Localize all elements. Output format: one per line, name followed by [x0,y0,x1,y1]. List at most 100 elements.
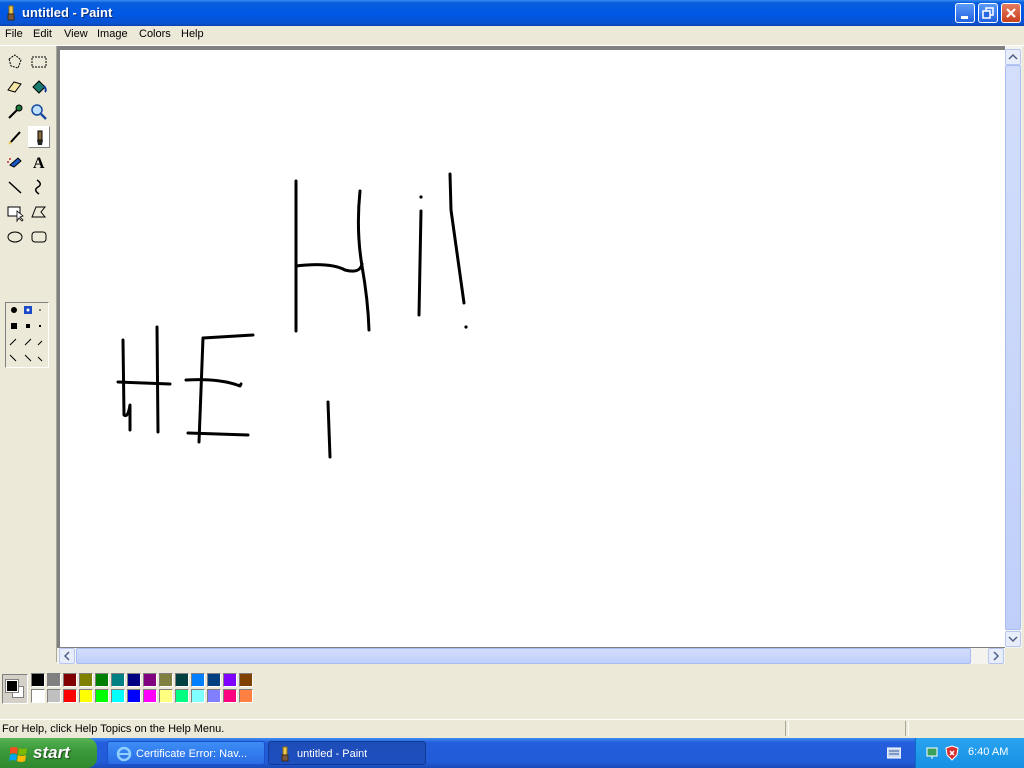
start-label: start [33,743,70,762]
palette-color-swatch[interactable] [47,689,61,703]
palette-color-swatch[interactable] [239,689,253,703]
menu-edit[interactable]: Edit [33,28,52,40]
status-divider [785,721,789,736]
status-message: For Help, click Help Topics on the Help … [2,723,225,735]
task-label: Certificate Error: Nav... [136,748,248,760]
eraser-tool[interactable] [4,76,26,98]
keyboard-language-icon[interactable] [887,747,901,759]
menu-view[interactable]: View [64,28,88,40]
title-bar[interactable]: untitled - Paint [0,0,1024,26]
ellipse-tool[interactable] [4,226,26,248]
brush-shape-options [9,306,43,362]
menu-colors[interactable]: Colors [139,28,171,40]
palette-color-swatch[interactable] [175,673,189,687]
eyedropper-icon [8,104,23,119]
palette-color-swatch[interactable] [143,689,157,703]
scroll-up-button[interactable] [1005,49,1021,65]
rounded-rectangle-tool[interactable] [28,226,50,248]
system-tray: 6:40 AM [915,738,1024,768]
palette-color-swatch[interactable] [223,689,237,703]
window-title: untitled - Paint [22,5,113,20]
palette-color-swatch[interactable] [79,689,93,703]
curve-icon [35,179,41,195]
paint-app-icon [281,746,289,762]
pencil-tool[interactable] [4,126,26,148]
clock[interactable]: 6:40 AM [968,746,1008,758]
palette-color-swatch[interactable] [111,689,125,703]
palette-color-swatch[interactable] [223,673,237,687]
palette-color-swatch[interactable] [79,673,93,687]
stroke-he-h-left [121,338,132,432]
drawing-canvas[interactable] [60,50,1005,647]
palette-color-swatch[interactable] [95,673,109,687]
rounded-rectangle-icon [31,231,47,243]
vertical-scrollbar[interactable] [1005,46,1022,648]
rectangle-tool[interactable] [4,201,26,223]
stroke-h-right [356,189,371,332]
palette-color-swatch[interactable] [159,689,173,703]
close-button[interactable] [1001,3,1021,23]
brush-tool[interactable] [28,126,50,148]
palette-color-swatch[interactable] [47,673,61,687]
security-shield-icon[interactable] [944,745,960,761]
horizontal-scrollbar[interactable] [57,648,1005,664]
scroll-right-button[interactable] [988,648,1004,664]
palette-color-swatch[interactable] [207,689,221,703]
vertical-scroll-thumb[interactable] [1005,65,1021,630]
palette-color-swatch[interactable] [31,689,45,703]
palette-color-swatch[interactable] [239,673,253,687]
scroll-down-button[interactable] [1005,631,1021,647]
brush-icon [37,130,43,145]
maximize-button[interactable] [978,3,998,23]
taskbar-item-paint[interactable]: untitled - Paint [268,741,426,765]
svg-text:A: A [33,155,45,172]
text-icon: A [33,155,45,172]
brush-options[interactable] [5,302,49,368]
menu-image[interactable]: Image [97,28,128,40]
start-button[interactable]: start [0,738,97,768]
palette-color-swatch[interactable] [127,689,141,703]
curve-tool[interactable] [28,176,50,198]
taskbar-item-certificate-error[interactable]: Certificate Error: Nav... [107,741,265,765]
stroke-i [417,209,423,317]
palette-color-swatch[interactable] [159,673,173,687]
scroll-left-button[interactable] [59,648,75,664]
free-form-select-tool[interactable] [4,51,26,73]
select-tool[interactable] [28,51,50,73]
freehand-drawing [116,172,468,459]
palette-color-swatch[interactable] [175,689,189,703]
network-icon[interactable] [926,745,942,761]
polygon-tool[interactable] [28,201,50,223]
text-tool[interactable]: A [28,151,50,173]
scrollbar-corner [1005,648,1022,664]
magnifier-tool[interactable] [28,101,50,123]
airbrush-icon [7,157,22,168]
stroke-h-bar [294,262,364,273]
palette-color-swatch[interactable] [111,673,125,687]
arrow-right-icon [993,651,1000,661]
palette-color-swatch[interactable] [207,673,221,687]
palette-color-swatch[interactable] [191,689,205,703]
arrow-up-icon [1008,53,1018,60]
airbrush-tool[interactable] [4,151,26,173]
menu-file[interactable]: File [5,28,23,40]
windows-flag-icon [9,747,27,762]
menu-help[interactable]: Help [181,28,204,40]
fill-tool[interactable] [28,76,50,98]
palette-color-swatch[interactable] [63,673,77,687]
arrow-down-icon [1008,636,1018,643]
palette-color-swatch[interactable] [143,673,157,687]
horizontal-scroll-thumb[interactable] [76,648,971,664]
line-icon [8,181,22,194]
pick-color-tool[interactable] [4,101,26,123]
line-tool[interactable] [4,176,26,198]
minimize-button[interactable] [955,3,975,23]
palette-color-swatch[interactable] [191,673,205,687]
free-form-select-icon [8,54,22,69]
stroke-e-top [201,333,255,340]
minimize-icon [961,16,968,19]
palette-color-swatch[interactable] [31,673,45,687]
palette-color-swatch[interactable] [63,689,77,703]
palette-color-swatch[interactable] [127,673,141,687]
palette-color-swatch[interactable] [95,689,109,703]
